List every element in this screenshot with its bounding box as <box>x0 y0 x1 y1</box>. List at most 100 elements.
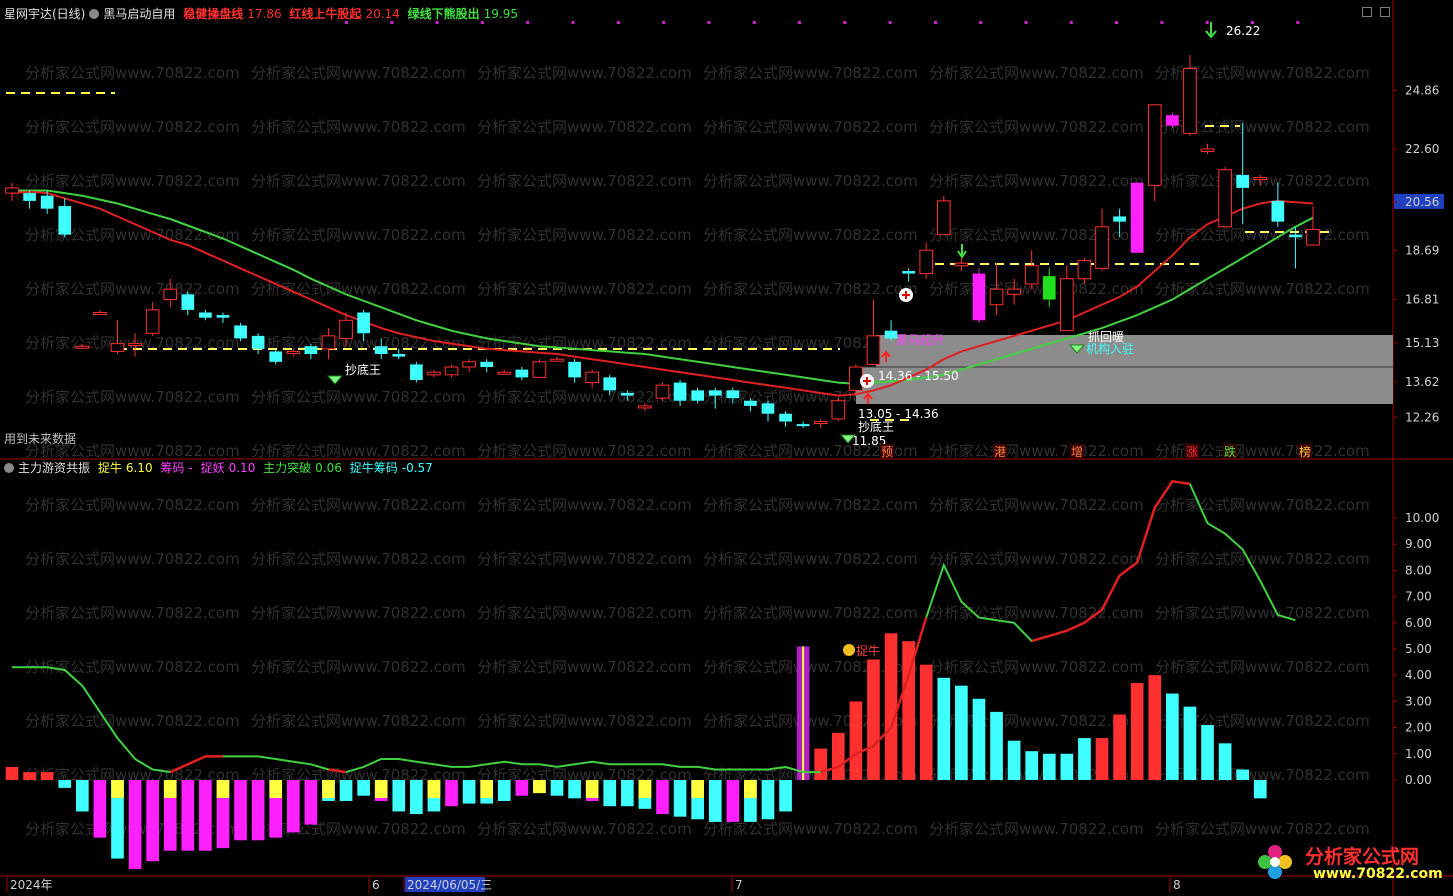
candle-body <box>1113 216 1126 222</box>
candle-body <box>691 390 704 401</box>
watermark-text: 分析家公式网www.70822.com <box>251 820 466 838</box>
chou-di-wang-label: 抄底王 <box>345 362 381 377</box>
sub-bar <box>181 780 195 851</box>
candle-body <box>1200 148 1215 153</box>
sub-bar-cap <box>533 780 546 794</box>
sub-bar <box>919 664 933 780</box>
bottom-mark: 涨 <box>1186 444 1198 459</box>
sub-indicator-name[interactable]: 主力游资共振 <box>18 461 90 475</box>
candle-body <box>497 371 512 375</box>
date-label: 8 <box>1173 878 1181 892</box>
candle-body <box>936 200 951 236</box>
sub-bar <box>445 780 458 807</box>
watermark-text: 分析家公式网www.70822.com <box>929 118 1144 136</box>
sub-bar <box>1148 675 1162 780</box>
watermark-text: 分析家公式网www.70822.com <box>251 712 466 730</box>
candle-body <box>515 369 529 378</box>
sub-bar-cap <box>638 780 652 798</box>
candle-body <box>796 424 810 427</box>
candle-body <box>1042 276 1056 300</box>
candle-body <box>989 288 1004 306</box>
maximize-icon[interactable] <box>1380 7 1390 17</box>
sub-indicator-toggle-icon[interactable] <box>4 463 14 473</box>
candle-body <box>744 400 757 406</box>
candle-body <box>532 361 547 378</box>
watermark-text: 分析家公式网www.70822.com <box>1155 604 1370 622</box>
range-box-upper <box>876 335 1393 367</box>
candle-body <box>427 371 441 376</box>
line2-value: 20.14 <box>365 7 400 21</box>
line2-label: 红线上牛股起 <box>289 7 362 21</box>
watermark-text: 分析家公式网www.70822.com <box>477 118 692 136</box>
zhuo-niu-label: 捉牛 <box>856 643 880 658</box>
candle-body <box>585 371 600 384</box>
candle-body <box>866 335 881 365</box>
candle-body <box>199 312 212 318</box>
sub-bar <box>1060 753 1074 780</box>
sub-bar-cap <box>374 780 388 798</box>
sub-bar <box>937 677 951 780</box>
logo-title: 分析家公式网 <box>1305 846 1420 868</box>
top-dot <box>616 21 620 24</box>
date-label: 2024年 <box>10 878 53 892</box>
candle-body <box>919 249 934 275</box>
watermark-text: 分析家公式网www.70822.com <box>251 118 466 136</box>
sub-bar-cap <box>480 780 494 798</box>
sub-bar <box>58 780 72 788</box>
candle-body <box>655 384 670 399</box>
watermark-text: 分析家公式网www.70822.com <box>703 64 918 82</box>
candle-body <box>1183 67 1197 134</box>
sub-bar <box>1095 738 1109 780</box>
watermark-text: 分析家公式网www.70822.com <box>703 496 918 514</box>
down-arrow-icon <box>957 244 967 259</box>
sub-tick-label: 6.00 <box>1405 616 1432 630</box>
candle-body <box>954 262 969 267</box>
indicator-toggle-icon[interactable] <box>89 9 100 19</box>
sub-bar <box>814 748 828 780</box>
sub-bar <box>761 780 775 820</box>
sub4-value: 0.06 <box>315 461 342 475</box>
watermark-text: 分析家公式网www.70822.com <box>25 280 240 298</box>
minimize-icon[interactable] <box>1362 7 1372 17</box>
watermark-text: 分析家公式网www.70822.com <box>251 226 466 244</box>
candle-body <box>1130 182 1144 253</box>
candle-body <box>480 361 494 368</box>
candle-body <box>1218 169 1232 228</box>
watermark-text: 分析家公式网www.70822.com <box>929 604 1144 622</box>
sub-bar <box>357 780 370 796</box>
watermark-text: 分析家公式网www.70822.com <box>477 712 692 730</box>
watermark-text: 分析家公式网www.70822.com <box>251 550 466 568</box>
top-dot <box>571 21 575 24</box>
watermark-text: 分析家公式网www.70822.com <box>929 442 1144 460</box>
price-tick-label: 13.62 <box>1405 375 1439 389</box>
candle-body <box>251 335 265 349</box>
sub-bar <box>339 780 353 801</box>
bottom-mark: 预 <box>881 445 893 459</box>
watermark-text: 分析家公式网www.70822.com <box>929 172 1144 190</box>
range-label-upper: 14.36 - 15.50 <box>878 369 959 383</box>
sub-bar <box>779 780 792 812</box>
candle-body <box>23 193 36 201</box>
candle-body <box>708 390 722 396</box>
watermark-text: 分析家公式网www.70822.com <box>477 64 692 82</box>
watermark-text: 分析家公式网www.70822.com <box>251 658 466 676</box>
date-label: 7 <box>735 878 743 892</box>
sub-bar <box>304 780 318 825</box>
indicator-name[interactable]: 黑马启动自用 <box>103 7 175 21</box>
candle-body <box>339 319 353 339</box>
line1-value: 17.86 <box>247 7 282 21</box>
sub-header: 主力游资共振 捉牛 6.10 筹码 - 捉妖 0.10 主力突破 0.06 捉牛筹码 -0… <box>4 460 437 476</box>
sub-bar <box>23 772 36 780</box>
watermark-text: 分析家公式网www.70822.com <box>251 64 466 82</box>
stock-chart[interactable]: 分析家公式网www.70822.com 分析家公式网www.70822.com 分析… <box>0 0 1453 896</box>
candle-body <box>972 273 986 321</box>
watermark-text: 分析家公式网www.70822.com <box>1155 172 1370 190</box>
bottom-mark: 跌 <box>1224 444 1236 459</box>
watermark-text: 分析家公式网www.70822.com <box>703 550 918 568</box>
watermark-text: 分析家公式网www.70822.com <box>477 550 692 568</box>
watermark-text: 分析家公式网www.70822.com <box>929 820 1144 838</box>
sub-bar <box>234 780 247 841</box>
candle-body <box>603 377 617 391</box>
hei-ma-label: 黑马起升 <box>896 333 944 347</box>
candle-body <box>1306 228 1320 246</box>
